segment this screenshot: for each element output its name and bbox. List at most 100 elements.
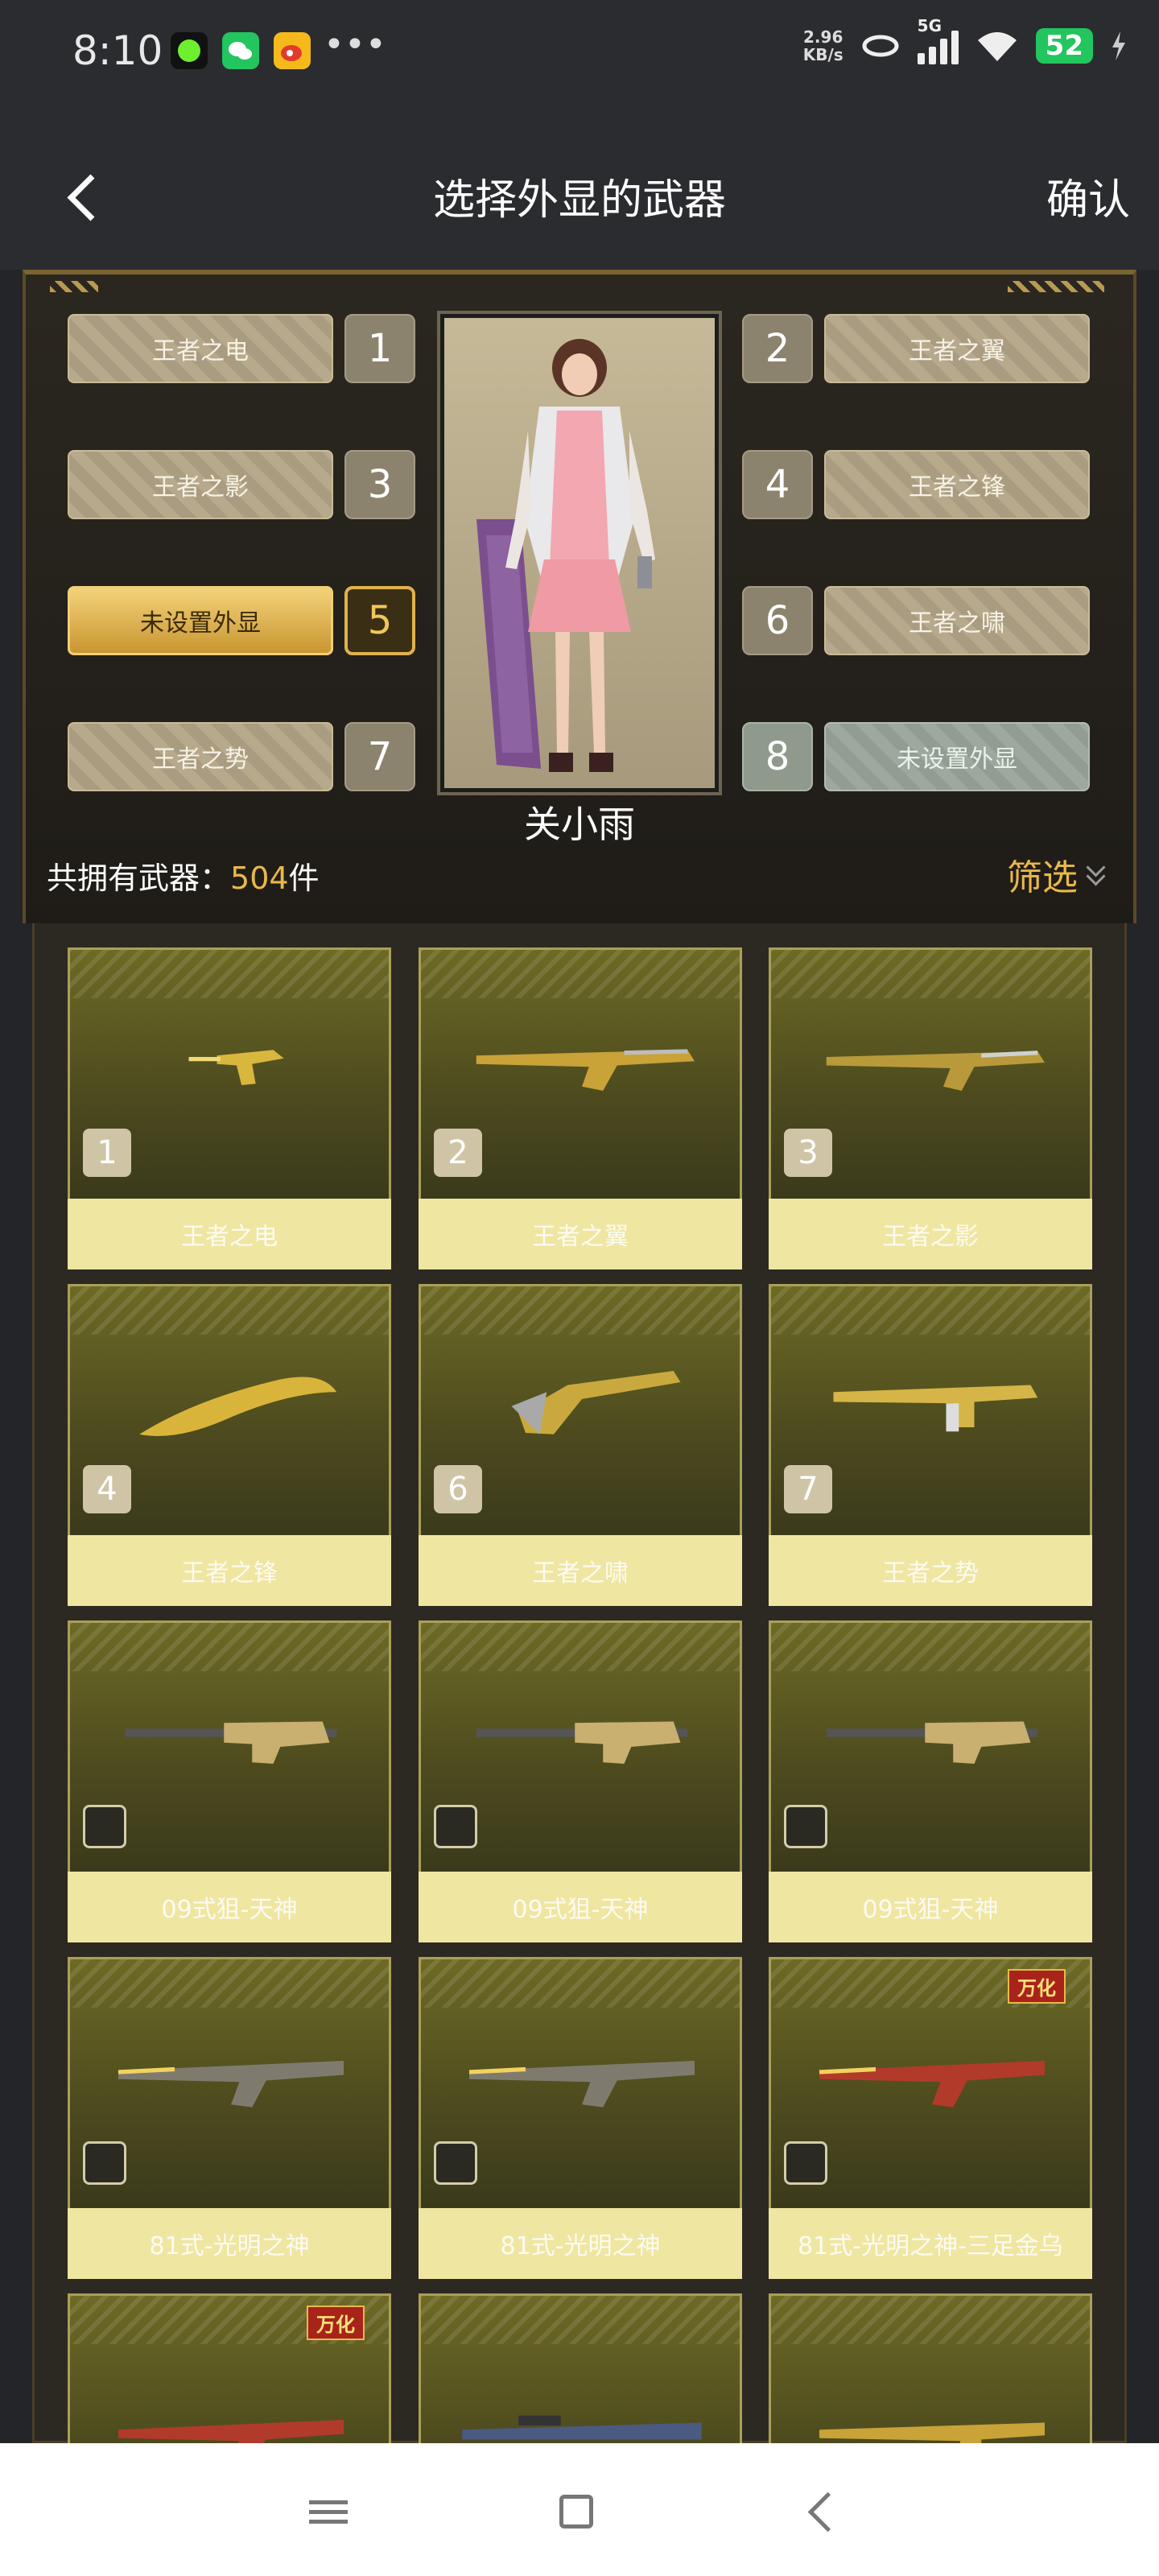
status-bar: 8:10 ••• 2.96 KB/s 5G 52 <box>0 0 1159 121</box>
weapon-checkbox[interactable] <box>784 2141 827 2185</box>
slot-badge: 4 <box>83 1465 131 1513</box>
weapon-name: 王者之势 <box>769 1535 1092 1606</box>
wifi-icon <box>977 32 1017 61</box>
panel-decoration <box>50 281 98 292</box>
weapon-card[interactable]: 3 王者之影 <box>769 947 1092 1269</box>
weapon-name: 09式狙-天神 <box>419 1872 742 1942</box>
panel-decoration <box>1008 281 1104 292</box>
confirm-button[interactable]: 确认 <box>1046 166 1130 226</box>
slot-badge: 6 <box>434 1465 482 1513</box>
weapon-card-image-area <box>419 2293 742 2443</box>
weapon-card[interactable] <box>769 2293 1092 2443</box>
slot-1-number[interactable]: 1 <box>344 314 415 383</box>
variant-tag: 万化 <box>1008 1969 1066 2004</box>
weapon-card-image-area: 2 <box>419 947 742 1199</box>
system-back-button[interactable] <box>790 2479 855 2544</box>
weapon-card[interactable] <box>419 2293 742 2443</box>
page-title: 选择外显的武器 <box>432 176 726 225</box>
weapon-card-image-area: 4 <box>68 1284 391 1535</box>
weapon-name: 王者之影 <box>769 1199 1092 1269</box>
weapon-name: 09式狙-天神 <box>68 1872 391 1942</box>
weapon-count-unit: 件 <box>288 861 320 896</box>
slot-2-number[interactable]: 2 <box>742 314 813 383</box>
weapon-card-image-area: 1 <box>68 947 391 1199</box>
weapon-card[interactable]: 6 王者之啸 <box>419 1284 742 1606</box>
weapon-image <box>118 2420 344 2443</box>
weapon-checkbox[interactable] <box>83 2141 126 2185</box>
slot-5-label[interactable]: 未设置外显 <box>68 586 333 655</box>
weapon-name: 09式狙-天神 <box>769 1872 1092 1942</box>
weapon-card[interactable]: 81式-光明之神 <box>68 1957 391 2279</box>
recent-apps-button[interactable] <box>296 2479 361 2544</box>
variant-tag: 万化 <box>307 2306 365 2340</box>
slot-2-label[interactable]: 王者之翼 <box>824 314 1090 383</box>
weapon-name: 王者之锋 <box>68 1535 391 1606</box>
weapon-image <box>826 1051 1045 1091</box>
weapon-card-image-area: 3 <box>769 947 1092 1199</box>
net-speed-unit: KB/s <box>802 45 843 64</box>
slot-7-number[interactable]: 7 <box>344 722 415 791</box>
more-notifications-icon: ••• <box>324 24 386 65</box>
weapon-name: 王者之啸 <box>419 1535 742 1606</box>
slot-badge: 1 <box>83 1129 131 1177</box>
weapon-card-image-area <box>419 1620 742 1872</box>
weapon-card[interactable]: 万化 81式-光明之神-三足金乌 <box>769 1957 1092 2279</box>
weapon-name: 81式-光明之神-三足金乌 <box>769 2208 1092 2279</box>
weapon-card[interactable]: 2 王者之翼 <box>419 947 742 1269</box>
weapon-card-image-area: 6 <box>419 1284 742 1535</box>
weapon-card-image-area <box>419 1957 742 2208</box>
menu-icon <box>309 2495 348 2529</box>
weapon-card[interactable]: 4 王者之锋 <box>68 1284 391 1606</box>
weapon-count-value: 504 <box>230 861 289 896</box>
weapon-card-image-area <box>68 1620 391 1872</box>
slot-5-number[interactable]: 5 <box>344 586 415 655</box>
weapon-card[interactable]: 81式-光明之神 <box>419 1957 742 2279</box>
slot-badge: 2 <box>434 1129 482 1177</box>
weapon-card-image-area <box>769 2293 1092 2443</box>
slot-badge: 7 <box>784 1465 832 1513</box>
weapon-name: 王者之电 <box>68 1199 391 1269</box>
filter-button[interactable]: 筛选 <box>1007 848 1106 900</box>
weapon-card[interactable]: 09式狙-天神 <box>419 1620 742 1942</box>
network-type: 5G <box>917 16 942 35</box>
slot-3-number[interactable]: 3 <box>344 450 415 519</box>
weibo-icon <box>274 32 311 69</box>
weapon-checkbox[interactable] <box>434 1805 477 1848</box>
weapon-checkbox[interactable] <box>83 1805 126 1848</box>
weapon-image <box>125 1721 337 1764</box>
battery-icon: 52 <box>1035 28 1093 64</box>
weapon-image <box>468 2061 695 2107</box>
weapon-image <box>819 2061 1045 2107</box>
slot-3-label[interactable]: 王者之影 <box>68 450 333 519</box>
slot-6-number[interactable]: 6 <box>742 586 813 655</box>
slot-1-label[interactable]: 王者之电 <box>68 314 333 383</box>
weapon-image <box>476 1049 695 1091</box>
net-speed: 2.96 KB/s <box>803 28 843 64</box>
weapon-card-image-area <box>769 1620 1092 1872</box>
weapon-count-label: 共拥有武器： <box>47 861 231 896</box>
weapon-card[interactable]: 万化 <box>68 2293 391 2443</box>
status-right: 2.96 KB/s 5G 52 <box>803 16 1127 64</box>
weapon-card-image-area <box>68 1957 391 2208</box>
weapon-checkbox[interactable] <box>784 1805 827 1848</box>
home-button[interactable] <box>544 2479 608 2544</box>
weapon-image <box>462 2415 702 2440</box>
weapon-card[interactable]: 09式狙-天神 <box>769 1620 1092 1942</box>
back-arrow-icon <box>807 2491 848 2532</box>
weapon-card[interactable]: 7 王者之势 <box>769 1284 1092 1606</box>
weapon-card[interactable]: 1 王者之电 <box>68 947 391 1269</box>
slot-8-number[interactable]: 8 <box>742 722 813 791</box>
slot-8-label[interactable]: 未设置外显 <box>824 722 1090 791</box>
weapon-card[interactable]: 09式狙-天神 <box>68 1620 391 1942</box>
system-nav-bar <box>0 2443 1159 2576</box>
weapon-image <box>139 1377 337 1436</box>
weapon-name: 81式-光明之神 <box>419 2208 742 2279</box>
slot-4-label[interactable]: 王者之锋 <box>824 450 1090 519</box>
app-header: 选择外显的武器 确认 <box>0 121 1159 270</box>
slot-6-label[interactable]: 王者之啸 <box>824 586 1090 655</box>
weapon-name: 王者之翼 <box>419 1199 742 1269</box>
weapon-count: 共拥有武器：504件 <box>47 853 320 898</box>
weapon-checkbox[interactable] <box>434 2141 477 2185</box>
slot-7-label[interactable]: 王者之势 <box>68 722 333 791</box>
slot-4-number[interactable]: 4 <box>742 450 813 519</box>
